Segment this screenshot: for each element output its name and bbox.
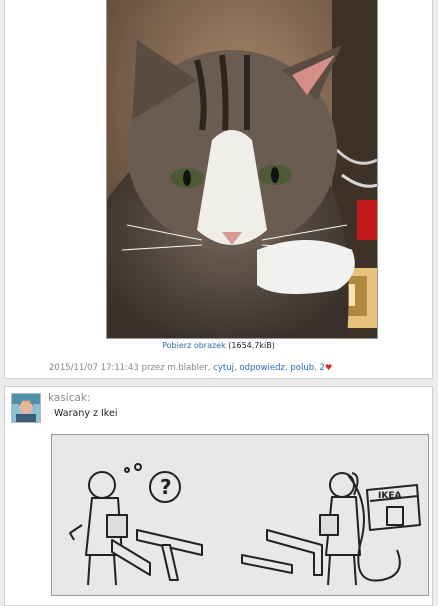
like-link[interactable]: polub [290,363,314,373]
heart-icon: ♥ [324,363,333,372]
quote-link[interactable]: cytuj [213,363,234,373]
comment-text: Warany z Ikei [54,408,118,419]
ikea-drawing-image[interactable]: ? IKEA [51,434,429,596]
post-timestamp: 2015/11/07 17:11:43 [49,363,139,373]
reply-link[interactable]: odpowiedz [239,363,285,373]
cat-photo[interactable] [106,0,378,339]
download-line: Pobierz obrazek (1654.7kiB) [5,341,432,350]
post-card: Pobierz obrazek (1654.7kiB) 2015/11/07 1… [4,0,433,379]
post-meta: 2015/11/07 17:11:43 przez m.blabler, cyt… [49,363,333,373]
question-mark: ? [160,475,172,499]
file-size: (1654.7kiB) [228,341,275,350]
author-name[interactable]: m.blabler [167,363,207,373]
ikea-brand-text: IKEA [378,491,401,501]
by-label: przez [141,363,165,373]
download-image-link[interactable]: Pobierz obrazek [162,341,226,350]
avatar[interactable] [11,393,41,423]
username[interactable]: kasicak: [48,392,91,404]
comment-card: kasicak: Warany z Ikei ? IKEA [4,386,433,606]
